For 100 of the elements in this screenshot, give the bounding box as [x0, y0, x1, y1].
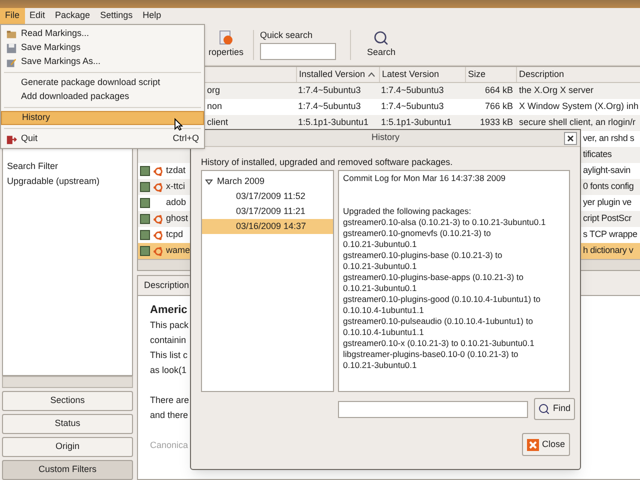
description-text: Canonica — [150, 439, 188, 452]
close-icon — [526, 438, 539, 450]
dialog-description: History of installed, upgraded and removed software packages. — [201, 156, 454, 169]
tree-item[interactable]: 03/17/2009 11:52 — [202, 189, 333, 204]
log-line: gstreamer0.10-alsa (0.10.21-3) to 0.10.21-3ubuntu0.1 — [343, 217, 547, 228]
expander-icon — [205, 178, 213, 186]
table-cell: h dictionary v — [583, 245, 634, 256]
description-text: and there — [150, 409, 188, 422]
menu-item[interactable]: Save Markings — [1, 41, 204, 55]
menu-title[interactable]: Package — [50, 8, 96, 24]
table-cell: 1:7.4~5ubuntu3 — [298, 101, 361, 112]
column-header[interactable]: Description — [516, 67, 640, 82]
ubuntu-logo-icon — [152, 182, 164, 192]
ubuntu-logo-icon — [152, 230, 164, 240]
table-cell: 0 fonts config — [583, 181, 634, 192]
package-name[interactable]: non — [207, 101, 222, 112]
shortcut-label: Ctrl+Q — [172, 132, 199, 146]
log-line: gstreamer0.10-pulseaudio (0.10.10.4-1ubuntu1) to — [343, 316, 534, 327]
status-checkbox[interactable] — [140, 166, 150, 176]
table-cell: 1:7.4~5ubuntu3 — [381, 85, 444, 96]
folder-icon — [6, 28, 17, 40]
find-field[interactable] — [338, 400, 528, 418]
log-line: gstreamer0.10-plugins-base (0.10.21-3) to — [343, 250, 504, 261]
tree-item[interactable]: 03/16/2009 14:37 — [202, 219, 333, 234]
package-name[interactable]: wame — [166, 245, 190, 256]
log-line: gstreamer0.10-plugins-good (0.10.10.4-1ubuntu1) to — [343, 294, 542, 305]
find-button[interactable]: Find — [534, 398, 575, 420]
table-cell: X Window System (X.Org) inh — [519, 101, 639, 112]
filter-button[interactable]: Origin — [2, 437, 133, 457]
dialog-title: History — [371, 131, 400, 144]
menu-title[interactable]: Help — [138, 8, 166, 24]
search-icon — [373, 30, 390, 46]
ubuntu-logo-icon — [152, 214, 164, 224]
package-name[interactable]: client — [207, 117, 228, 128]
log-line: 0.10.21-3ubuntu0.1 — [343, 261, 418, 272]
log-line: gstreamer0.10-plugins-base-apps (0.10.21-3) to — [343, 272, 524, 283]
filter-item[interactable]: Search Filter — [3, 159, 132, 174]
ubuntu-logo-icon — [152, 166, 164, 176]
tree-item[interactable]: 03/17/2009 11:21 — [202, 204, 333, 219]
table-cell: yer plugin ve — [583, 197, 632, 208]
description-text: This pack — [150, 319, 189, 332]
exit-icon — [6, 134, 17, 144]
filter-item[interactable]: Upgradable (upstream) — [3, 174, 132, 189]
table-cell: 1:7.4~5ubuntu3 — [298, 85, 361, 96]
search-button[interactable]: Search — [367, 30, 396, 60]
menu-item[interactable]: Generate package download script — [1, 76, 204, 90]
table-cell: ver, an rshd s — [583, 133, 634, 144]
menu-item[interactable]: Read Markings... — [1, 27, 204, 41]
package-name[interactable]: adob — [166, 197, 186, 208]
tree-node[interactable]: March 2009 — [202, 174, 333, 189]
table-cell: s TCP wrappe — [583, 229, 638, 240]
log-line: 0.10.21-3ubuntu0.1 — [343, 239, 418, 250]
description-text: as look(1 — [150, 364, 187, 377]
log-line: gstreamer0.10-x (0.10.21-3) to 0.10.21-3ubuntu0.1 — [343, 338, 536, 349]
menu-title[interactable]: Settings — [95, 8, 138, 24]
status-checkbox[interactable] — [140, 198, 150, 208]
table-cell: 1:5.1p1-3ubuntu1 — [298, 117, 369, 128]
column-header[interactable]: Latest Version — [379, 67, 465, 82]
close-button[interactable]: Close — [522, 433, 570, 456]
description-text: containin — [150, 334, 186, 347]
log-line: libgstreamer-plugins-base0.10-0 (0.10.21-3) to — [343, 349, 520, 360]
menu-title[interactable]: File — [0, 8, 25, 24]
log-line: Upgraded the following packages: — [343, 206, 472, 217]
menu-item[interactable]: Save Markings As... — [1, 55, 204, 69]
log-header: Commit Log for Mon Mar 16 14:37:38 2009 — [343, 173, 507, 184]
package-name[interactable]: x-ttci — [166, 181, 185, 192]
filter-button[interactable]: Custom Filters — [2, 460, 133, 480]
package-name[interactable]: ghost — [166, 213, 188, 224]
filter-button[interactable]: Sections — [2, 391, 133, 411]
pencil-icon — [6, 56, 17, 68]
status-checkbox[interactable] — [140, 230, 150, 240]
menu-title[interactable]: Edit — [24, 8, 50, 24]
mouse-pointer-icon — [174, 118, 183, 131]
status-checkbox[interactable] — [140, 182, 150, 192]
ubuntu-logo-icon — [152, 246, 164, 256]
document-icon — [218, 30, 234, 46]
description-heading: Americ — [150, 303, 188, 318]
package-name[interactable]: tzdat — [166, 165, 186, 176]
status-checkbox[interactable] — [140, 246, 150, 256]
menu-item[interactable]: Quit Ctrl+Q — [1, 132, 204, 146]
table-cell: the X.Org X server — [519, 85, 594, 96]
package-name[interactable]: tcpd — [166, 229, 184, 240]
column-header[interactable]: Size — [465, 67, 516, 82]
status-checkbox[interactable] — [140, 214, 150, 224]
menu-item[interactable]: History — [1, 111, 204, 125]
toolbar-button[interactable]: roperties — [205, 30, 247, 60]
package-name[interactable]: org — [207, 85, 220, 96]
menu-item[interactable]: Add downloaded packages — [1, 90, 204, 104]
table-cell: 1933 kB — [480, 117, 513, 128]
log-line: gstreamer0.10-gnomevfs (0.10.21-3) to — [343, 228, 492, 239]
floppy-icon — [6, 42, 17, 54]
horizontal-scrollbar[interactable] — [2, 376, 133, 388]
log-line: 0.10.21-3ubuntu0.1 — [343, 360, 418, 371]
column-header[interactable]: Installed Version — [296, 67, 379, 82]
close-icon[interactable] — [564, 132, 577, 145]
table-cell: secure shell client, an rlogin/r — [519, 117, 636, 128]
description-text: This list c — [150, 349, 188, 362]
table-cell: 664 kB — [484, 85, 513, 96]
filter-button[interactable]: Status — [2, 414, 133, 434]
quick-search-field[interactable] — [260, 42, 336, 60]
